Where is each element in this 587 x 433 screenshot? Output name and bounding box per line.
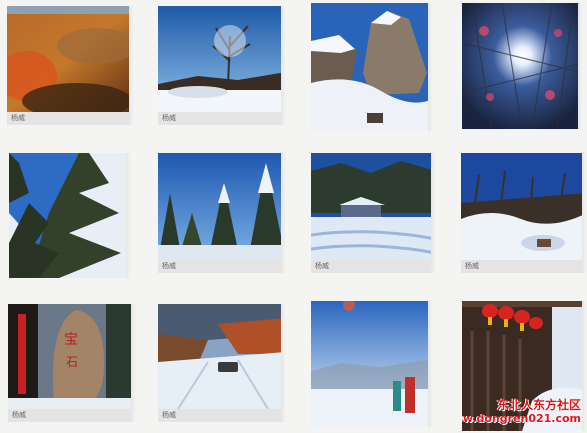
thumbnail-caption: 杨威	[7, 112, 129, 125]
thumbnail-shadow	[281, 304, 286, 422]
photo	[158, 153, 286, 260]
thumbnail-snowy-tree[interactable]: 杨威	[158, 6, 286, 125]
thumbnail-shadow	[126, 153, 131, 278]
photo	[311, 3, 433, 131]
thumbnail-carved-stone[interactable]: 宝 石 杨威	[8, 304, 136, 422]
thumbnail-caption: 杨威	[311, 260, 431, 273]
thumbnail-shadow	[428, 3, 433, 131]
thumbnail-cabin[interactable]: 杨威	[311, 153, 436, 273]
photo	[311, 301, 433, 427]
svg-text:宝: 宝	[64, 332, 78, 348]
thumbnail-snowy-road[interactable]: 杨威	[158, 304, 286, 422]
thumbnail-snow-pines[interactable]	[9, 153, 131, 278]
thumbnail-shadow	[129, 6, 134, 125]
watermark-url: www.dongren021.com	[462, 412, 581, 425]
thumbnail-shadow	[281, 153, 286, 273]
photo	[462, 3, 583, 129]
thumbnail-shadow	[431, 153, 436, 273]
thumbnail-shadow	[281, 6, 286, 125]
thumbnail-autumn-forest[interactable]: 杨威	[7, 6, 134, 125]
photo	[7, 6, 134, 112]
thumbnail-red-lanterns[interactable]: 东北人东方社区 www.dongren021.com	[462, 301, 587, 431]
thumbnail-caption: 杨威	[158, 409, 281, 422]
thumbnail-shadow	[582, 153, 587, 273]
thumbnail-shadow	[578, 3, 583, 129]
thumbnail-snow-boulders[interactable]	[311, 3, 433, 131]
thumbnail-shadow	[131, 304, 136, 422]
watermark-site-name: 东北人东方社区	[496, 398, 581, 412]
photo	[158, 6, 286, 112]
photo	[9, 153, 131, 278]
thumbnail-caption: 杨威	[8, 409, 131, 422]
thumbnail-shadow	[428, 301, 433, 427]
photo: 宝 石	[8, 304, 136, 409]
thumbnail-caption: 杨威	[461, 260, 582, 273]
photo	[461, 153, 587, 260]
photo	[158, 304, 286, 409]
thumbnail-caption: 杨威	[158, 112, 281, 125]
thumbnail-snow-drifts[interactable]: 杨威	[461, 153, 587, 273]
thumbnail-visitors-in-snow[interactable]	[311, 301, 433, 427]
svg-text:石: 石	[66, 355, 78, 369]
photo	[311, 153, 436, 260]
thumbnail-conifer-forest[interactable]: 杨威	[158, 153, 286, 273]
site-watermark: 东北人东方社区 www.dongren021.com	[462, 398, 581, 426]
thumbnail-caption: 杨威	[158, 260, 281, 273]
thumbnail-sun-branches[interactable]	[462, 3, 583, 129]
thumbnail-shadow	[582, 301, 587, 431]
